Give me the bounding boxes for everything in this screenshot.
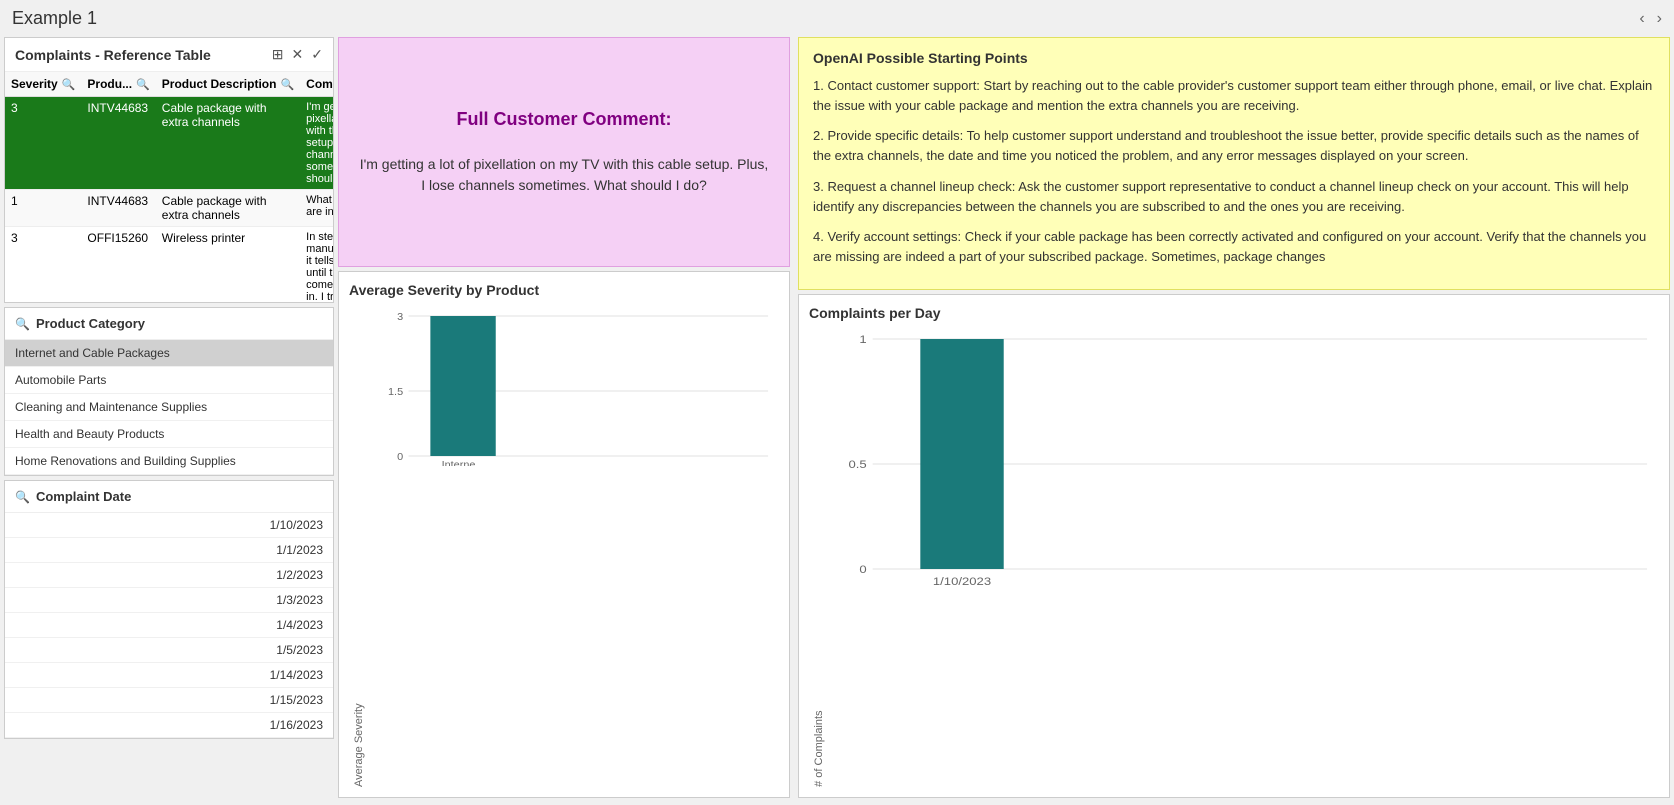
table-scroll[interactable]: Severity 🔍 Produ... 🔍 [5, 72, 333, 302]
table-row[interactable]: 1 INTV44683 Cable package with extra cha… [5, 190, 333, 227]
complaints-per-day-chart-area: # of Complaints 1 0.5 0 1/10/2023 [809, 329, 1659, 787]
nav-arrows: ‹ › [1639, 10, 1662, 28]
date-filter-search-icon: 🔍 [15, 490, 30, 504]
filter-search-icon: 🔍 [15, 317, 30, 331]
cell-complaint-text: What many spoons are in the set [300, 190, 333, 227]
complaints-per-day-svg: 1 0.5 0 1/10/2023 Date [825, 329, 1659, 589]
product-desc-search-icon[interactable]: 🔍 [280, 78, 294, 91]
col-product-desc: Product Description 🔍 [156, 72, 300, 97]
right-panel: OpenAI Possible Starting Points 1. Conta… [794, 37, 1670, 798]
cell-complaint-text: I'm getting a lot of pixellation on my T… [300, 97, 333, 190]
cell-product-id: INTV44683 [81, 190, 155, 227]
product-category-label: Product Category [36, 316, 145, 331]
complaints-per-day-y-label: # of Complaints [809, 329, 825, 787]
avg-severity-y-label: Average Severity [349, 306, 365, 787]
svg-text:1.5: 1.5 [388, 387, 403, 398]
openai-text: 1. Contact customer support: Start by re… [813, 76, 1655, 267]
cell-product-desc: Wireless printer [156, 227, 300, 303]
list-item[interactable]: 1/1/2023 [5, 538, 333, 563]
svg-text:1/10/2023: 1/10/2023 [933, 575, 992, 588]
check-icon[interactable]: ✓ [311, 46, 323, 63]
next-button[interactable]: › [1657, 10, 1662, 28]
svg-text:1: 1 [859, 333, 867, 346]
col-complaint-text: ComplaintText 🔍 [300, 72, 333, 97]
list-item[interactable]: 1/5/2023 [5, 638, 333, 663]
openai-title: OpenAI Possible Starting Points [813, 50, 1028, 66]
list-item[interactable]: Cleaning and Maintenance Supplies [5, 394, 333, 421]
page-title: Example 1 [12, 8, 97, 29]
list-item[interactable]: 1/14/2023 [5, 663, 333, 688]
list-item[interactable]: Health and Beauty Products [5, 421, 333, 448]
complaint-date-filter: 🔍 Complaint Date 1/10/2023 1/1/20231/2/2… [4, 480, 334, 739]
openai-paragraph: 4. Verify account settings: Check if you… [813, 227, 1655, 267]
reference-table-title: Complaints - Reference Table [15, 47, 211, 63]
table-row[interactable]: 3 OFFI15260 Wireless printer In step 3 o… [5, 227, 333, 303]
product-category-list[interactable]: Internet and Cable PackagesAutomobile Pa… [5, 340, 333, 475]
full-comment-text: I'm getting a lot of pixellation on my T… [359, 154, 769, 196]
page-header: Example 1 ‹ › [0, 0, 1674, 37]
svg-text:0.5: 0.5 [849, 458, 867, 471]
prev-button[interactable]: ‹ [1639, 10, 1644, 28]
left-panel: Complaints - Reference Table ⊞ ✕ ✓ Sever… [4, 37, 334, 798]
list-item[interactable]: 1/3/2023 [5, 588, 333, 613]
cell-severity: 3 [5, 97, 81, 190]
svg-text:3: 3 [397, 312, 403, 323]
main-layout: Complaints - Reference Table ⊞ ✕ ✓ Sever… [0, 37, 1674, 802]
svg-text:Interne...: Interne... [442, 460, 485, 466]
complaint-date-list[interactable]: 1/1/20231/2/20231/3/20231/4/20231/5/2023… [5, 538, 333, 738]
col-severity: Severity 🔍 [5, 72, 81, 97]
avg-severity-svg: 3 1.5 0 Interne... [365, 306, 779, 466]
cell-product-id: OFFI15260 [81, 227, 155, 303]
openai-paragraph: 2. Provide specific details: To help cus… [813, 126, 1655, 166]
avg-severity-chart-area: Average Severity 3 1.5 0 Interne... [349, 306, 779, 787]
reference-table: Severity 🔍 Produ... 🔍 [5, 72, 333, 302]
date-first-item[interactable]: 1/10/2023 [5, 513, 333, 538]
list-item[interactable]: Home Renovations and Building Supplies [5, 448, 333, 475]
list-item[interactable]: 1/15/2023 [5, 688, 333, 713]
product-category-header: 🔍 Product Category [5, 308, 333, 340]
complaints-per-day-title: Complaints per Day [809, 305, 1659, 321]
list-item[interactable]: 1/4/2023 [5, 613, 333, 638]
settings-icon[interactable]: ⊞ [272, 46, 284, 63]
openai-box: OpenAI Possible Starting Points 1. Conta… [798, 37, 1670, 290]
product-id-search-icon[interactable]: 🔍 [136, 78, 150, 91]
list-item[interactable]: 1/2/2023 [5, 563, 333, 588]
full-comment-box: Full Customer Comment: I'm getting a lot… [338, 37, 790, 267]
close-icon[interactable]: ✕ [292, 46, 304, 63]
avg-severity-box: Average Severity by Product Average Seve… [338, 271, 790, 798]
middle-panel: Full Customer Comment: I'm getting a lot… [334, 37, 794, 798]
cell-severity: 1 [5, 190, 81, 227]
list-item[interactable]: Automobile Parts [5, 367, 333, 394]
list-item[interactable]: Internet and Cable Packages [5, 340, 333, 367]
openai-header: OpenAI Possible Starting Points [813, 50, 1655, 76]
table-row[interactable]: 3 INTV44683 Cable package with extra cha… [5, 97, 333, 190]
col-product-id: Produ... 🔍 [81, 72, 155, 97]
reference-table-container: Complaints - Reference Table ⊞ ✕ ✓ Sever… [4, 37, 334, 303]
cell-product-id: INTV44683 [81, 97, 155, 190]
complaint-date-header: 🔍 Complaint Date [5, 481, 333, 513]
full-comment-title: Full Customer Comment: [456, 109, 671, 130]
table-header-icons: ⊞ ✕ ✓ [272, 46, 323, 63]
list-item[interactable]: 1/16/2023 [5, 713, 333, 738]
cell-severity: 3 [5, 227, 81, 303]
severity-search-icon[interactable]: 🔍 [62, 78, 76, 91]
avg-severity-title: Average Severity by Product [349, 282, 779, 298]
cell-product-desc: Cable package with extra channels [156, 97, 300, 190]
svg-text:0: 0 [859, 563, 867, 576]
openai-paragraph: 1. Contact customer support: Start by re… [813, 76, 1655, 116]
svg-text:0: 0 [397, 452, 403, 463]
complaint-date-label: Complaint Date [36, 489, 131, 504]
openai-paragraph: 3. Request a channel lineup check: Ask t… [813, 177, 1655, 217]
product-category-filter: 🔍 Product Category Internet and Cable Pa… [4, 307, 334, 476]
cell-complaint-text: In step 3 of the manual on page 45, it t… [300, 227, 333, 303]
complaints-per-day-box: Complaints per Day # of Complaints 1 0.5… [798, 294, 1670, 798]
cell-product-desc: Cable package with extra channels [156, 190, 300, 227]
reference-table-header: Complaints - Reference Table ⊞ ✕ ✓ [5, 38, 333, 72]
